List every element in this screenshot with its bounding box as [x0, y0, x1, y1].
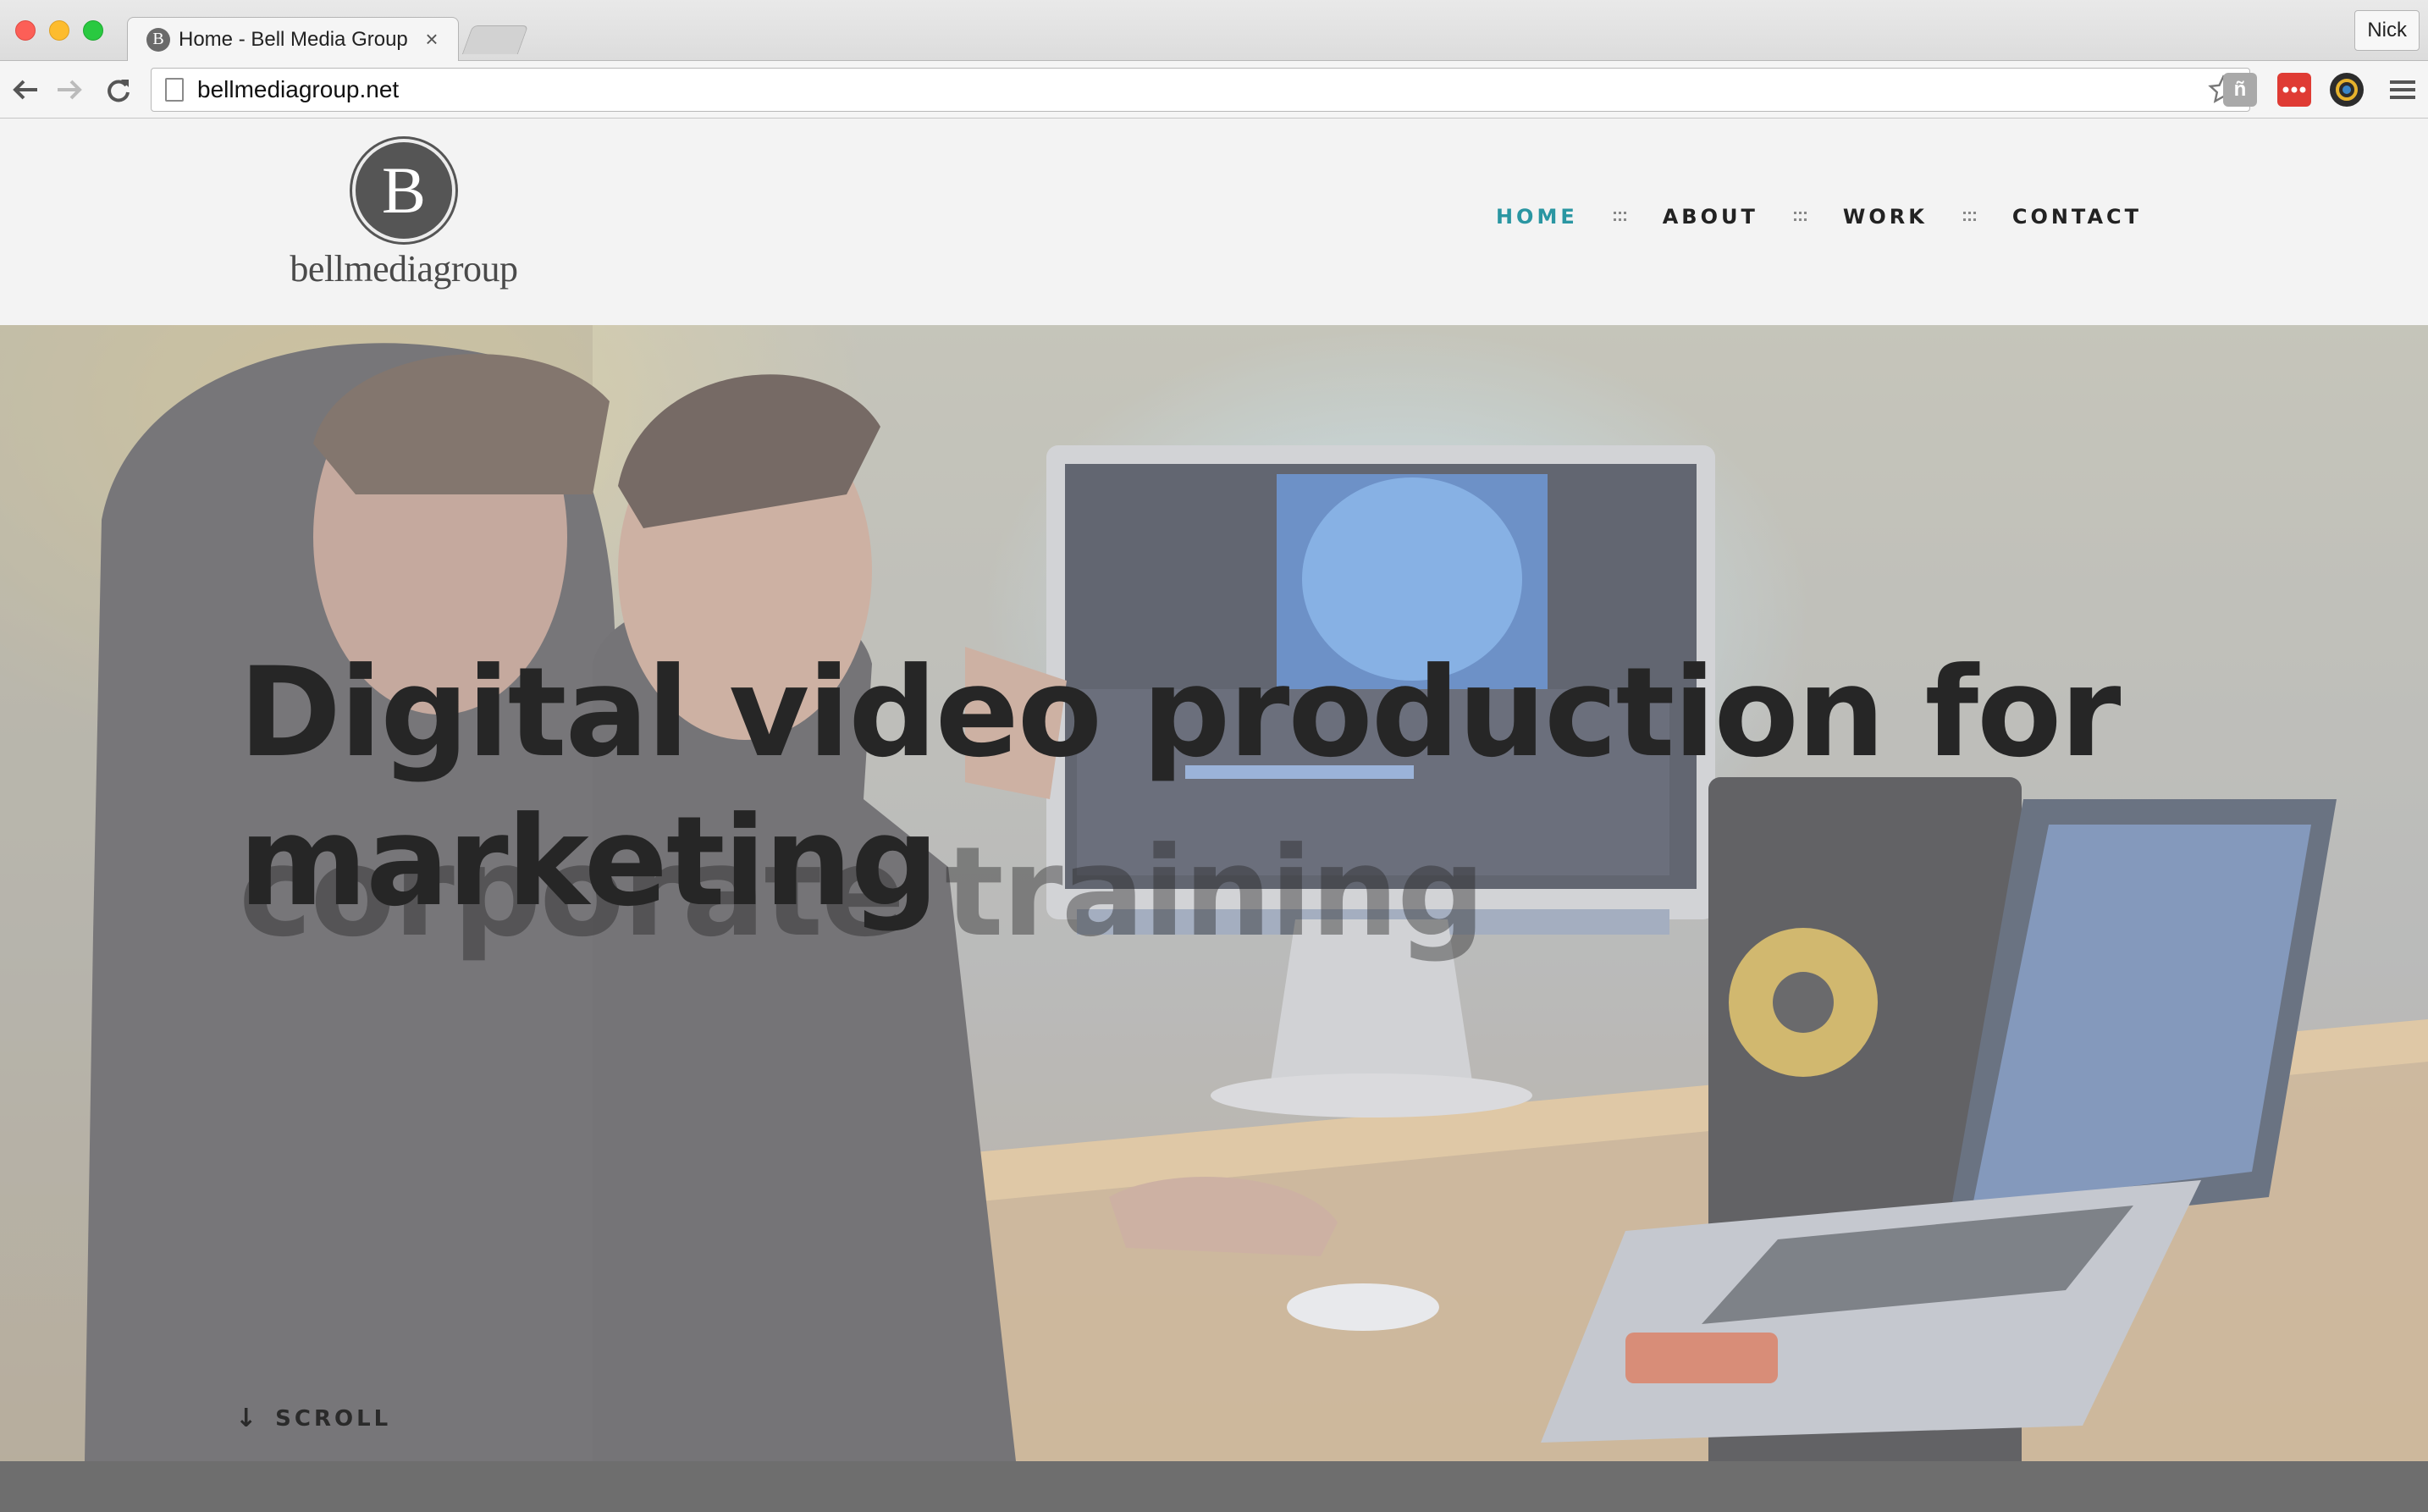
forward-arrow-icon	[58, 80, 82, 100]
url-text[interactable]: bellmediagroup.net	[197, 76, 2202, 103]
logo-wordmark: bellmediagroup	[290, 248, 518, 290]
main-navigation: HOME ABOUT WORK CONTACT	[1496, 205, 2142, 229]
site-logo[interactable]: B bellmediagroup	[281, 139, 527, 300]
logo-monogram: B	[352, 139, 455, 242]
scroll-indicator[interactable]: ↓ SCROLL	[235, 1404, 391, 1433]
site-header: B bellmediagroup HOME ABOUT WORK CONTACT	[0, 119, 2428, 325]
tab-close-icon[interactable]: ×	[421, 26, 443, 52]
address-bar[interactable]: bellmediagroup.net	[151, 68, 2250, 112]
minimize-window-button[interactable]	[49, 20, 69, 41]
nav-link-contact[interactable]: CONTACT	[2012, 205, 2142, 229]
forward-button[interactable]	[49, 69, 90, 110]
nav-link-home[interactable]: HOME	[1496, 205, 1578, 229]
hamburger-menu-icon	[2390, 80, 2415, 99]
nav-separator	[1793, 212, 1807, 222]
browser-tab-active[interactable]: B Home - Bell Media Group ×	[127, 17, 459, 61]
browser-toolbar: bellmediagroup.net ñ	[0, 61, 2428, 119]
headline-rotating-word-current: marketing	[239, 790, 939, 934]
close-window-button[interactable]	[15, 20, 36, 41]
browser-tab-bar: B Home - Bell Media Group × Nick	[0, 0, 2428, 61]
next-section-edge	[0, 1461, 2428, 1512]
nav-link-about[interactable]: ABOUT	[1663, 205, 1758, 229]
nav-separator	[1613, 212, 1627, 222]
headline-line-1: Digital video production for	[239, 641, 2121, 785]
profile-button[interactable]: Nick	[2354, 10, 2420, 51]
tab-title: Home - Bell Media Group	[179, 27, 408, 51]
nav-separator	[1962, 212, 1977, 222]
new-tab-button[interactable]	[461, 25, 529, 54]
back-arrow-icon	[13, 80, 37, 100]
site-favicon-icon: B	[146, 27, 170, 52]
reload-button[interactable]	[98, 69, 139, 110]
camera-lens-extension-icon[interactable]	[2330, 73, 2364, 107]
scroll-label: SCROLL	[275, 1405, 392, 1432]
browser-menu-button[interactable]	[2386, 73, 2420, 107]
zoom-window-button[interactable]	[83, 20, 103, 41]
lastpass-extension-icon[interactable]	[2277, 73, 2311, 107]
headline-line-2: corporate training marketing	[239, 787, 2271, 964]
reload-icon	[108, 80, 130, 102]
nav-link-work[interactable]: WORK	[1843, 205, 1928, 229]
down-arrow-icon: ↓	[235, 1404, 261, 1433]
back-button[interactable]	[5, 69, 46, 110]
page-icon	[165, 78, 184, 102]
hero-headline: Digital video production for corporate t…	[239, 638, 2271, 964]
hiker-extension-icon[interactable]: ñ	[2223, 73, 2257, 107]
hero-section: Digital video production for corporate t…	[0, 325, 2428, 1461]
